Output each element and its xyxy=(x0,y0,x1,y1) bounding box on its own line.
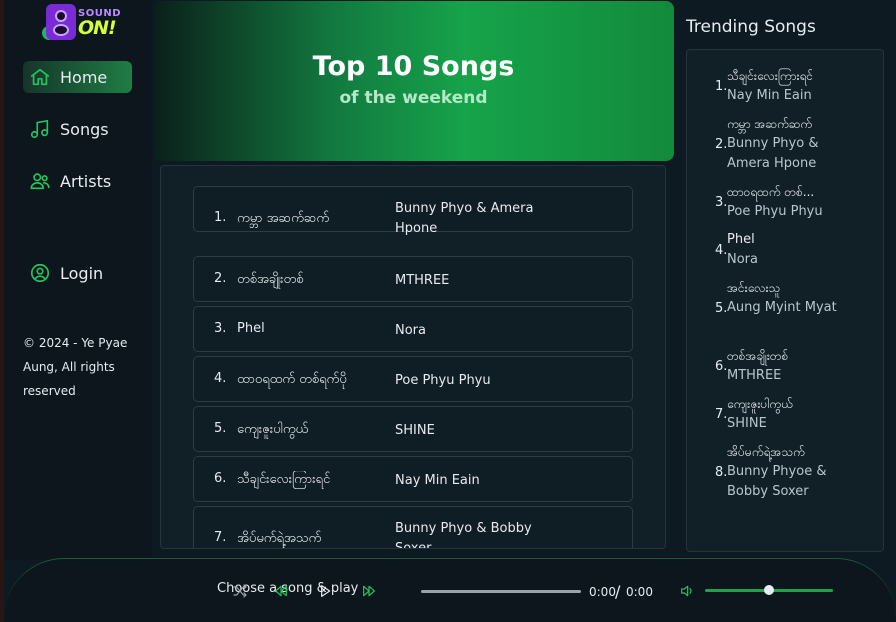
next-button[interactable] xyxy=(360,583,378,599)
trend-rank: 1. xyxy=(715,79,728,94)
trend-title: တစ်အချိုးတစ် xyxy=(727,349,789,363)
time-separator: / xyxy=(615,582,621,601)
sidebar-item-artists[interactable]: Artists xyxy=(23,165,132,197)
song-artist: Bunny Phyo & Amera Hpone xyxy=(395,201,534,236)
song-title: ကမ္ဘာ အဆက်ဆက် xyxy=(237,211,330,226)
trend-rank: 8. xyxy=(715,465,728,480)
song-artist: Nay Min Eain xyxy=(395,473,480,488)
logo-word-2: ON! xyxy=(78,17,117,39)
trend-title: အင်းလေးသူ xyxy=(727,281,781,295)
table-row[interactable]: 1. ကမ္ဘာ အဆက်ဆက် Bunny Phyo & Amera Hpon… xyxy=(193,186,633,236)
speaker-icon xyxy=(46,4,76,40)
hero-title: Top 10 Songs xyxy=(312,51,515,82)
volume-button[interactable] xyxy=(678,583,696,599)
sidebar-item-label: Home xyxy=(60,67,108,87)
skip-back-icon xyxy=(275,585,287,597)
previous-button[interactable] xyxy=(272,583,290,599)
copyright-text: © 2024 - Ye Pyae Aung, All rights reserv… xyxy=(23,336,128,398)
music-note-icon xyxy=(30,119,49,139)
song-title: Phel xyxy=(237,321,265,336)
trend-rank: 2. xyxy=(715,137,728,152)
current-time: 0:00 xyxy=(589,585,616,599)
song-artist: Poe Phyu Phyu xyxy=(395,373,491,388)
table-row[interactable]: 2. တစ်အချိုးတစ် MTHREE xyxy=(193,256,633,302)
song-artist: SHINE xyxy=(395,423,435,438)
trend-title: အိပ်မက်ရဲ့အသက် xyxy=(727,445,805,459)
song-title: အိပ်မက်ရဲ့အသက် xyxy=(237,531,322,546)
home-icon xyxy=(30,68,50,86)
trend-artist: SHINE xyxy=(727,416,767,431)
play-icon xyxy=(321,585,331,597)
song-rank: 3. xyxy=(214,321,227,336)
hero-banner: Top 10 Songs of the weekend xyxy=(153,1,674,161)
sidebar-item-label: Artists xyxy=(60,171,112,191)
sidebar-item-home[interactable]: Home xyxy=(23,61,132,93)
app-logo[interactable]: SOUND ON! xyxy=(42,2,121,42)
sidebar-item-songs[interactable]: Songs xyxy=(23,113,132,145)
trend-rank: 3. xyxy=(715,195,728,210)
trend-rank: 4. xyxy=(715,243,728,258)
trend-artist: Aung Myint Myat xyxy=(727,300,837,315)
song-rank: 4. xyxy=(214,371,227,386)
user-circle-icon xyxy=(30,263,50,283)
trend-artist: Poe Phyu Phyu xyxy=(727,204,823,219)
trend-artist: MTHREE xyxy=(727,368,782,383)
song-rank: 5. xyxy=(214,421,227,436)
trend-artist: Nora xyxy=(727,252,758,267)
table-row[interactable]: 4. ထာဝရထက် တစ်ရက်ပို Poe Phyu Phyu xyxy=(193,356,633,402)
top-songs-list[interactable]: 1. ကမ္ဘာ အဆက်ဆက် Bunny Phyo & Amera Hpon… xyxy=(160,165,666,549)
song-title: သီချင်းလေးကြားရင် xyxy=(237,472,331,487)
trending-list[interactable]: 1. သီချင်းလေးကြားရင် Nay Min Eain 2. ကမ္… xyxy=(686,49,884,552)
song-rank: 7. xyxy=(214,530,227,545)
table-row[interactable]: 7. အိပ်မက်ရဲ့အသက် Bunny Phyo & Bobby Sox… xyxy=(193,506,633,549)
trend-rank: 5. xyxy=(715,301,728,316)
song-artist: Nora xyxy=(395,323,426,338)
song-title: ကျေးဇူးပါကွယ် xyxy=(237,422,309,437)
song-rank: 6. xyxy=(214,471,227,486)
trend-artist: Bunny Phyo & Amera Hpone xyxy=(727,136,819,171)
trend-artist: Nay Min Eain xyxy=(727,88,812,103)
shuffle-icon xyxy=(233,584,247,598)
trend-title: သီချင်းလေးကြားရင် xyxy=(727,69,814,83)
song-title: တစ်အချိုးတစ် xyxy=(237,272,304,287)
song-rank: 2. xyxy=(214,271,227,286)
trend-rank: 6. xyxy=(715,359,728,374)
table-row[interactable]: 3. Phel Nora xyxy=(193,306,633,352)
trend-rank: 7. xyxy=(715,407,728,422)
shuffle-button[interactable] xyxy=(231,583,249,599)
sidebar: SOUND ON! Home Songs Artists Login © 202… xyxy=(4,0,152,560)
volume-slider-handle[interactable] xyxy=(764,585,774,595)
volume-icon xyxy=(681,585,692,597)
song-artist: Bunny Phyo & Bobby Soxer xyxy=(395,521,532,549)
progress-bar[interactable] xyxy=(421,590,581,593)
duration: 0:00 xyxy=(626,585,653,599)
trend-title: Phel xyxy=(727,232,755,247)
table-row[interactable]: 6. သီချင်းလေးကြားရင် Nay Min Eain xyxy=(193,456,633,502)
sidebar-item-label: Songs xyxy=(60,119,109,139)
hero-subtitle: of the weekend xyxy=(339,88,488,108)
song-title: ထာဝရထက် တစ်ရက်ပို xyxy=(237,372,347,387)
trend-title: ထာဝရထက် တစ်... xyxy=(727,185,815,199)
trend-title: ကမ္ဘာ အဆက်ဆက် xyxy=(727,117,813,131)
song-artist: MTHREE xyxy=(395,273,450,288)
users-icon xyxy=(30,173,50,190)
table-row[interactable]: 5. ကျေးဇူးပါကွယ် SHINE xyxy=(193,406,633,452)
skip-forward-icon xyxy=(363,585,375,597)
login-button[interactable]: Login xyxy=(23,257,132,289)
song-rank: 1. xyxy=(214,210,227,225)
play-button[interactable] xyxy=(316,583,334,599)
trending-heading: Trending Songs xyxy=(686,17,816,37)
login-label: Login xyxy=(60,263,104,283)
trend-title: ကျေးဇူးပါကွယ် xyxy=(727,397,793,411)
trend-artist: Bunny Phyoe & Bobby Soxer xyxy=(727,464,827,499)
